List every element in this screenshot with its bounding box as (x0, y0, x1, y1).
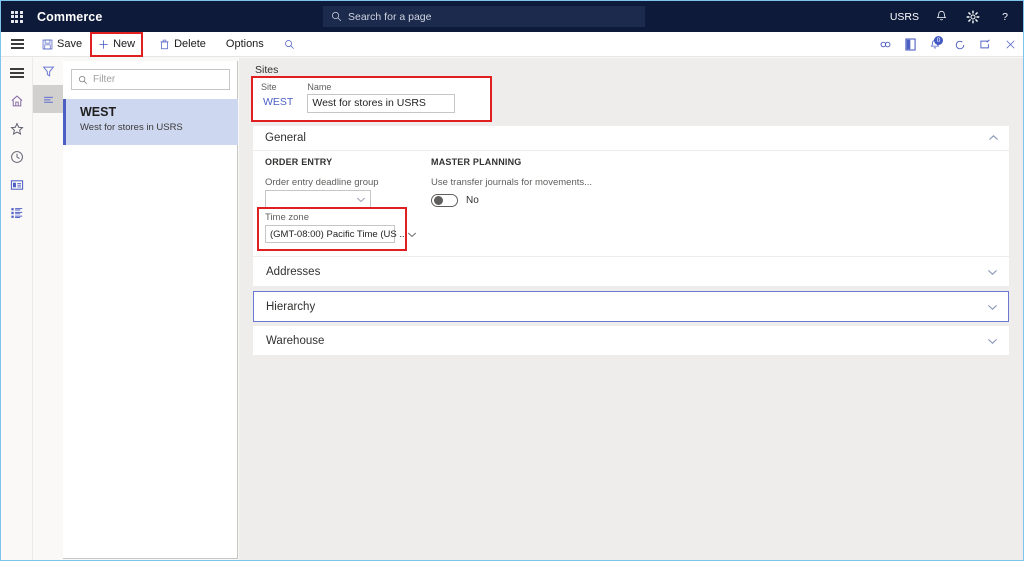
section-hierarchy-title: Hierarchy (266, 300, 316, 313)
top-navigation-bar: Commerce Search for a page USRS ? (1, 1, 1023, 32)
star-icon (10, 122, 24, 136)
clock-icon (10, 150, 24, 164)
popout-icon[interactable] (973, 32, 997, 57)
modules-icon (10, 206, 24, 220)
sidebar-item-favorites[interactable] (1, 115, 33, 143)
new-button[interactable]: New (90, 31, 144, 57)
sidebar-item-menu[interactable] (1, 59, 33, 87)
options-button[interactable]: Options (219, 34, 271, 54)
gear-icon[interactable] (957, 1, 989, 32)
site-header-card: Site WEST Name West for stores in USRS (251, 76, 492, 122)
transfer-journals-label: Use transfer journals for movements... (431, 177, 593, 188)
site-field-label: Site (261, 82, 277, 92)
site-field-group: Site WEST (261, 82, 293, 113)
time-zone-label: Time zone (265, 212, 309, 223)
chevron-down-icon[interactable] (987, 337, 998, 345)
filter-icon[interactable] (33, 57, 63, 85)
save-button-label: Save (57, 38, 83, 50)
attachments-icon[interactable] (873, 32, 897, 57)
chevron-down-icon[interactable] (987, 303, 998, 311)
sidebar-item-workspaces[interactable] (1, 171, 33, 199)
list-tools-rail (33, 57, 63, 560)
section-warehouse[interactable]: Warehouse (253, 326, 1009, 355)
plus-icon (98, 39, 109, 50)
save-icon (42, 39, 53, 50)
search-icon (78, 75, 88, 85)
chevron-up-icon[interactable] (988, 134, 999, 142)
delete-button[interactable]: Delete (152, 34, 213, 54)
save-button[interactable]: Save (35, 34, 89, 54)
list-item-subtitle: West for stores in USRS (80, 122, 183, 133)
time-zone-select[interactable]: (GMT-08:00) Pacific Time (US ... (265, 225, 417, 243)
options-button-label: Options (225, 38, 264, 50)
company-selector[interactable]: USRS (884, 1, 925, 32)
navigation-rail (1, 57, 33, 560)
sidebar-item-home[interactable] (1, 87, 33, 115)
global-search-placeholder: Search for a page (348, 10, 432, 23)
records-list-pane: Filter WEST West for stores in USRS (63, 61, 238, 559)
group-master-planning-heading: MASTER PLANNING (431, 157, 522, 167)
notification-badge: 0 (934, 36, 943, 45)
notifications-icon[interactable]: 0 (923, 32, 947, 57)
section-warehouse-title: Warehouse (266, 334, 325, 347)
section-general-header[interactable]: General (253, 126, 1009, 151)
close-icon[interactable] (998, 32, 1022, 57)
group-order-entry: ORDER ENTRY Order entry deadline group (265, 157, 435, 208)
page-title: Sites (255, 64, 279, 76)
command-search-button[interactable] (277, 34, 302, 54)
delete-button-label: Delete (174, 38, 206, 50)
filter-input[interactable]: Filter (71, 69, 230, 90)
section-general-title: General (265, 132, 306, 144)
time-zone-value: (GMT-08:00) Pacific Time (US ... (270, 228, 408, 240)
section-general-body: ORDER ENTRY Order entry deadline group M… (253, 151, 1009, 271)
chevron-down-icon (356, 196, 366, 203)
time-zone-field-group: Time zone (GMT-08:00) Pacific Time (US .… (257, 207, 417, 251)
group-order-entry-heading: ORDER ENTRY (265, 157, 333, 167)
search-icon (331, 11, 342, 22)
search-icon (284, 39, 295, 50)
section-addresses[interactable]: Addresses (253, 257, 1009, 286)
command-bar: Save New Delete Options 0 (1, 31, 1023, 57)
name-field-group: Name West for stores in USRS (307, 82, 456, 113)
transfer-journals-toggle[interactable] (431, 194, 458, 207)
home-icon (10, 94, 24, 108)
filter-input-placeholder: Filter (93, 74, 116, 85)
trash-icon (159, 39, 170, 50)
hamburger-menu-icon[interactable] (1, 32, 33, 57)
transfer-journals-toggle-value: No (466, 195, 479, 206)
list-item-title: WEST (80, 105, 117, 119)
section-general: General ORDER ENTRY Order entry deadline… (253, 126, 1009, 256)
name-input[interactable]: West for stores in USRS (307, 94, 456, 113)
group-master-planning: MASTER PLANNING Use transfer journals fo… (431, 157, 691, 207)
global-search-input[interactable]: Search for a page (323, 6, 645, 27)
bell-icon[interactable] (925, 1, 957, 32)
refresh-icon[interactable] (948, 32, 972, 57)
sidebar-item-recent[interactable] (1, 143, 33, 171)
top-navigation-actions: USRS ? (884, 1, 1021, 32)
section-addresses-title: Addresses (266, 265, 321, 278)
site-field-value[interactable]: WEST (261, 94, 293, 108)
help-icon[interactable]: ? (989, 1, 1021, 32)
sidebar-item-modules[interactable] (1, 199, 33, 227)
section-hierarchy[interactable]: Hierarchy (253, 291, 1009, 322)
app-brand-title: Commerce (37, 9, 103, 24)
command-bar-actions: 0 (873, 32, 1022, 57)
name-field-label: Name (307, 82, 332, 92)
main-content: Sites Site WEST Name West for stores in … (239, 58, 1023, 560)
order-entry-deadline-group-select[interactable] (265, 190, 371, 208)
chevron-down-icon[interactable] (987, 268, 998, 276)
list-icon[interactable] (33, 85, 63, 113)
chevron-down-icon (407, 231, 417, 238)
list-item[interactable]: WEST West for stores in USRS (63, 99, 238, 145)
new-button-label: New (113, 38, 136, 50)
office-icon[interactable] (898, 32, 922, 57)
app-launcher-icon[interactable] (1, 1, 32, 32)
order-entry-deadline-group-label: Order entry deadline group (265, 177, 379, 188)
app-viewport: Commerce Search for a page USRS ? Save N… (0, 0, 1024, 561)
workspaces-icon (10, 178, 24, 192)
